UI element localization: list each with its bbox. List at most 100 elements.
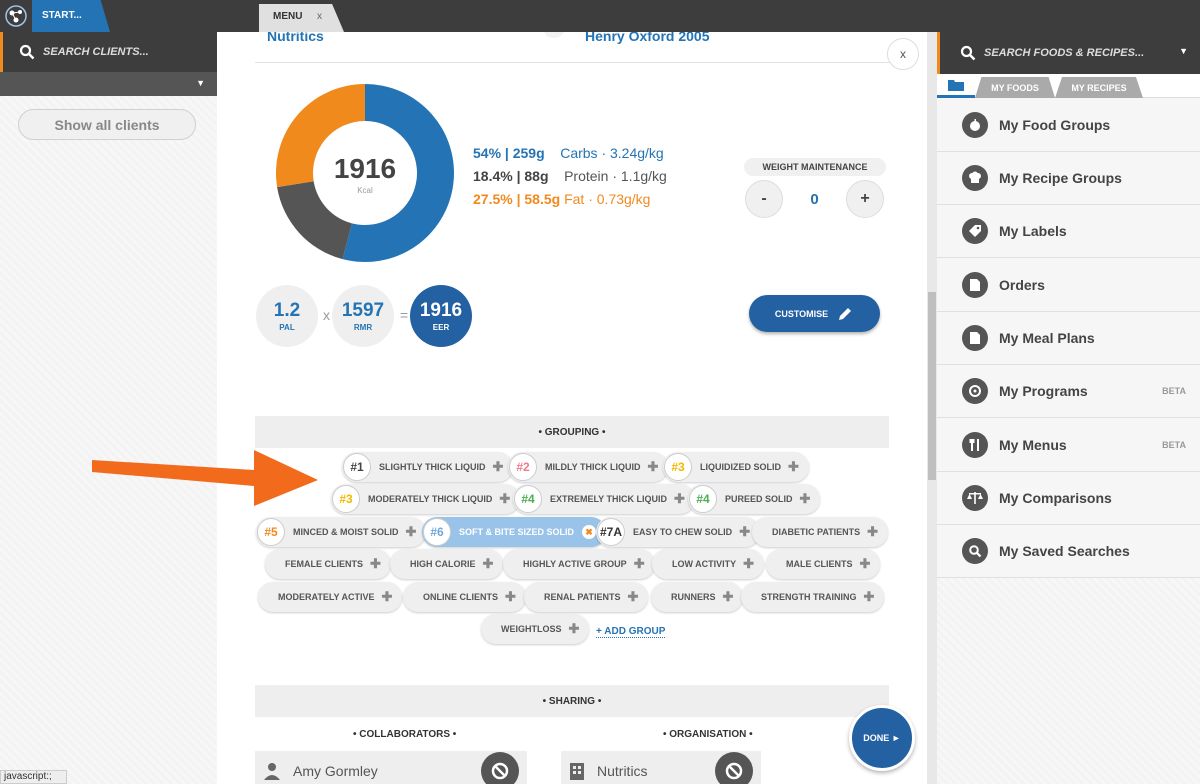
app-logo-icon[interactable] (0, 0, 32, 32)
folder-tab[interactable] (937, 74, 975, 98)
menu-tab[interactable]: MENU x (259, 4, 344, 32)
menu-item-my-recipe-groups[interactable]: My Recipe Groups (937, 152, 1200, 205)
group-tag[interactable]: HIGH CALORIE ✚ (390, 549, 504, 579)
plus-icon[interactable]: ✚ (864, 589, 875, 605)
ban-icon (491, 762, 509, 780)
macro-carbs: 54% | 259g Carbs · 3.24g/kg (473, 145, 664, 161)
group-tag[interactable]: #7A EASY TO CHEW SOLID ✚ (596, 517, 761, 547)
plus-icon[interactable]: ✚ (505, 589, 516, 605)
group-number-badge: #6 (423, 518, 451, 546)
macro-fat-value: 27.5% | 58.5g (473, 191, 561, 207)
document-icon (962, 325, 988, 351)
plus-icon[interactable]: ✚ (634, 556, 645, 572)
grouping-header: • GROUPING • (255, 416, 889, 448)
plus-icon[interactable]: ✚ (867, 524, 878, 540)
client-detail-panel: Nutritics Henry Oxford 2005 x 1916 Kcal … (217, 32, 927, 784)
group-tag[interactable]: #4 EXTREMELY THICK LIQUID ✚ (513, 484, 695, 514)
weight-decrease-button[interactable]: - (745, 180, 783, 218)
customise-button[interactable]: CUSTOMISE (749, 295, 880, 332)
group-tag[interactable]: #3 LIQUIDIZED SOLID ✚ (663, 452, 809, 482)
status-bar: javascript:; (0, 770, 67, 784)
menu-item-my-comparisons[interactable]: My Comparisons (937, 472, 1200, 525)
plus-icon[interactable]: ✚ (800, 491, 811, 507)
group-tag[interactable]: RENAL PATIENTS ✚ (524, 582, 649, 612)
plus-icon[interactable]: ✚ (723, 589, 734, 605)
group-tag[interactable]: MODERATELY ACTIVE ✚ (258, 582, 403, 612)
group-tag[interactable]: ONLINE CLIENTS ✚ (403, 582, 526, 612)
plus-icon[interactable]: ✚ (739, 524, 750, 540)
plus-icon[interactable]: ✚ (674, 491, 685, 507)
pencil-icon (839, 307, 852, 320)
search-foods-input[interactable]: SEARCH FOODS & RECIPES... ▼ (937, 32, 1200, 74)
plus-icon[interactable]: ✚ (499, 491, 510, 507)
group-tag[interactable]: FEMALE CLIENTS ✚ (265, 549, 391, 579)
plus-icon[interactable]: ✚ (788, 459, 799, 475)
plus-icon[interactable]: ✚ (370, 556, 381, 572)
foods-tabs: MY FOODS MY RECIPES (937, 74, 1200, 98)
scrollbar-thumb[interactable] (928, 292, 936, 480)
eer-value: 1916 (419, 300, 463, 321)
group-tag[interactable]: #5 MINCED & MOIST SOLID ✚ (256, 517, 427, 547)
start-tab[interactable]: START... (32, 0, 110, 32)
group-tag[interactable]: DIABETIC PATIENTS ✚ (752, 517, 889, 547)
menu-item-label: My Menus (999, 437, 1067, 453)
plus-icon[interactable]: ✚ (648, 459, 659, 475)
document-icon (962, 272, 988, 298)
group-tag[interactable]: MALE CLIENTS ✚ (766, 549, 881, 579)
tab-my-recipes[interactable]: MY RECIPES (1055, 77, 1143, 98)
plus-icon[interactable]: ✚ (860, 556, 871, 572)
plus-icon[interactable]: ✚ (483, 556, 494, 572)
weight-increase-button[interactable]: + (846, 180, 884, 218)
group-tag[interactable]: #1 SLIGHTLY THICK LIQUID ✚ (342, 452, 514, 482)
menu-item-my-programs[interactable]: My Programs BETA (937, 365, 1200, 418)
menu-item-my-labels[interactable]: My Labels (937, 205, 1200, 258)
menu-item-orders[interactable]: Orders (937, 259, 1200, 312)
plus-icon[interactable]: ✚ (382, 589, 393, 605)
search-clients-input[interactable]: SEARCH CLIENTS... (0, 32, 217, 72)
group-tag-label: MINCED & MOIST SOLID (293, 527, 399, 537)
menu-item-my-menus[interactable]: My Menus BETA (937, 419, 1200, 472)
plus-icon[interactable]: ✚ (569, 621, 580, 637)
organisation-heading: • ORGANISATION • (663, 729, 753, 740)
group-tag[interactable]: RUNNERS ✚ (651, 582, 744, 612)
tab-my-foods[interactable]: MY FOODS (975, 77, 1055, 98)
clients-filter-dropdown[interactable]: ▼ (0, 72, 217, 96)
group-tag[interactable]: STRENGTH TRAINING ✚ (741, 582, 885, 612)
remove-organisation-button[interactable] (715, 752, 753, 784)
plus-icon[interactable]: ✚ (628, 589, 639, 605)
rmr-value: 1597 (341, 300, 385, 321)
plus-icon[interactable]: ✚ (493, 459, 504, 475)
equation-title[interactable]: Henry Oxford 2005 (585, 32, 710, 44)
group-tag[interactable]: WEIGHTLOSS ✚ (481, 614, 590, 644)
remove-collaborator-button[interactable] (481, 752, 519, 784)
header-toggle[interactable] (544, 32, 564, 38)
plus-icon[interactable]: ✚ (406, 524, 417, 540)
group-tag-label: MODERATELY ACTIVE (278, 592, 375, 602)
group-tag[interactable]: HIGHLY ACTIVE GROUP ✚ (503, 549, 655, 579)
menu-item-my-food-groups[interactable]: My Food Groups (937, 99, 1200, 152)
close-button[interactable]: x (887, 38, 919, 70)
weight-value[interactable]: 0 (783, 184, 846, 214)
remove-icon[interactable]: ✖ (582, 525, 597, 539)
plus-icon[interactable]: ✚ (743, 556, 754, 572)
show-all-clients-button[interactable]: Show all clients (18, 109, 196, 140)
building-icon (570, 763, 584, 780)
rmr-circle[interactable]: 1597 RMR (332, 285, 394, 347)
group-tag[interactable]: #4 PUREED SOLID ✚ (688, 484, 821, 514)
search-icon (960, 45, 976, 61)
group-tag[interactable]: #2 MILDLY THICK LIQUID ✚ (508, 452, 669, 482)
add-group-link[interactable]: + ADD GROUP (596, 626, 666, 638)
search-foods-placeholder: SEARCH FOODS & RECIPES... (984, 47, 1145, 59)
group-tag-label: LOW ACTIVITY (672, 559, 737, 569)
menu-tab-close-icon[interactable]: x (317, 11, 322, 22)
group-tag[interactable]: LOW ACTIVITY ✚ (652, 549, 765, 579)
menu-item-my-saved-searches[interactable]: My Saved Searches (937, 525, 1200, 578)
menu-item-my-meal-plans[interactable]: My Meal Plans (937, 312, 1200, 365)
caret-down-icon[interactable]: ▼ (1179, 46, 1188, 56)
organisation-row: Nutritics (561, 751, 761, 784)
search-clients-placeholder: SEARCH CLIENTS... (43, 46, 149, 58)
done-button[interactable]: DONE ► (849, 705, 915, 771)
pal-circle[interactable]: 1.2 PAL (256, 285, 318, 347)
group-tag-selected[interactable]: #6 SOFT & BITE SIZED SOLID ✖ (422, 517, 607, 547)
group-tag[interactable]: #3 MODERATELY THICK LIQUID ✚ (331, 484, 521, 514)
